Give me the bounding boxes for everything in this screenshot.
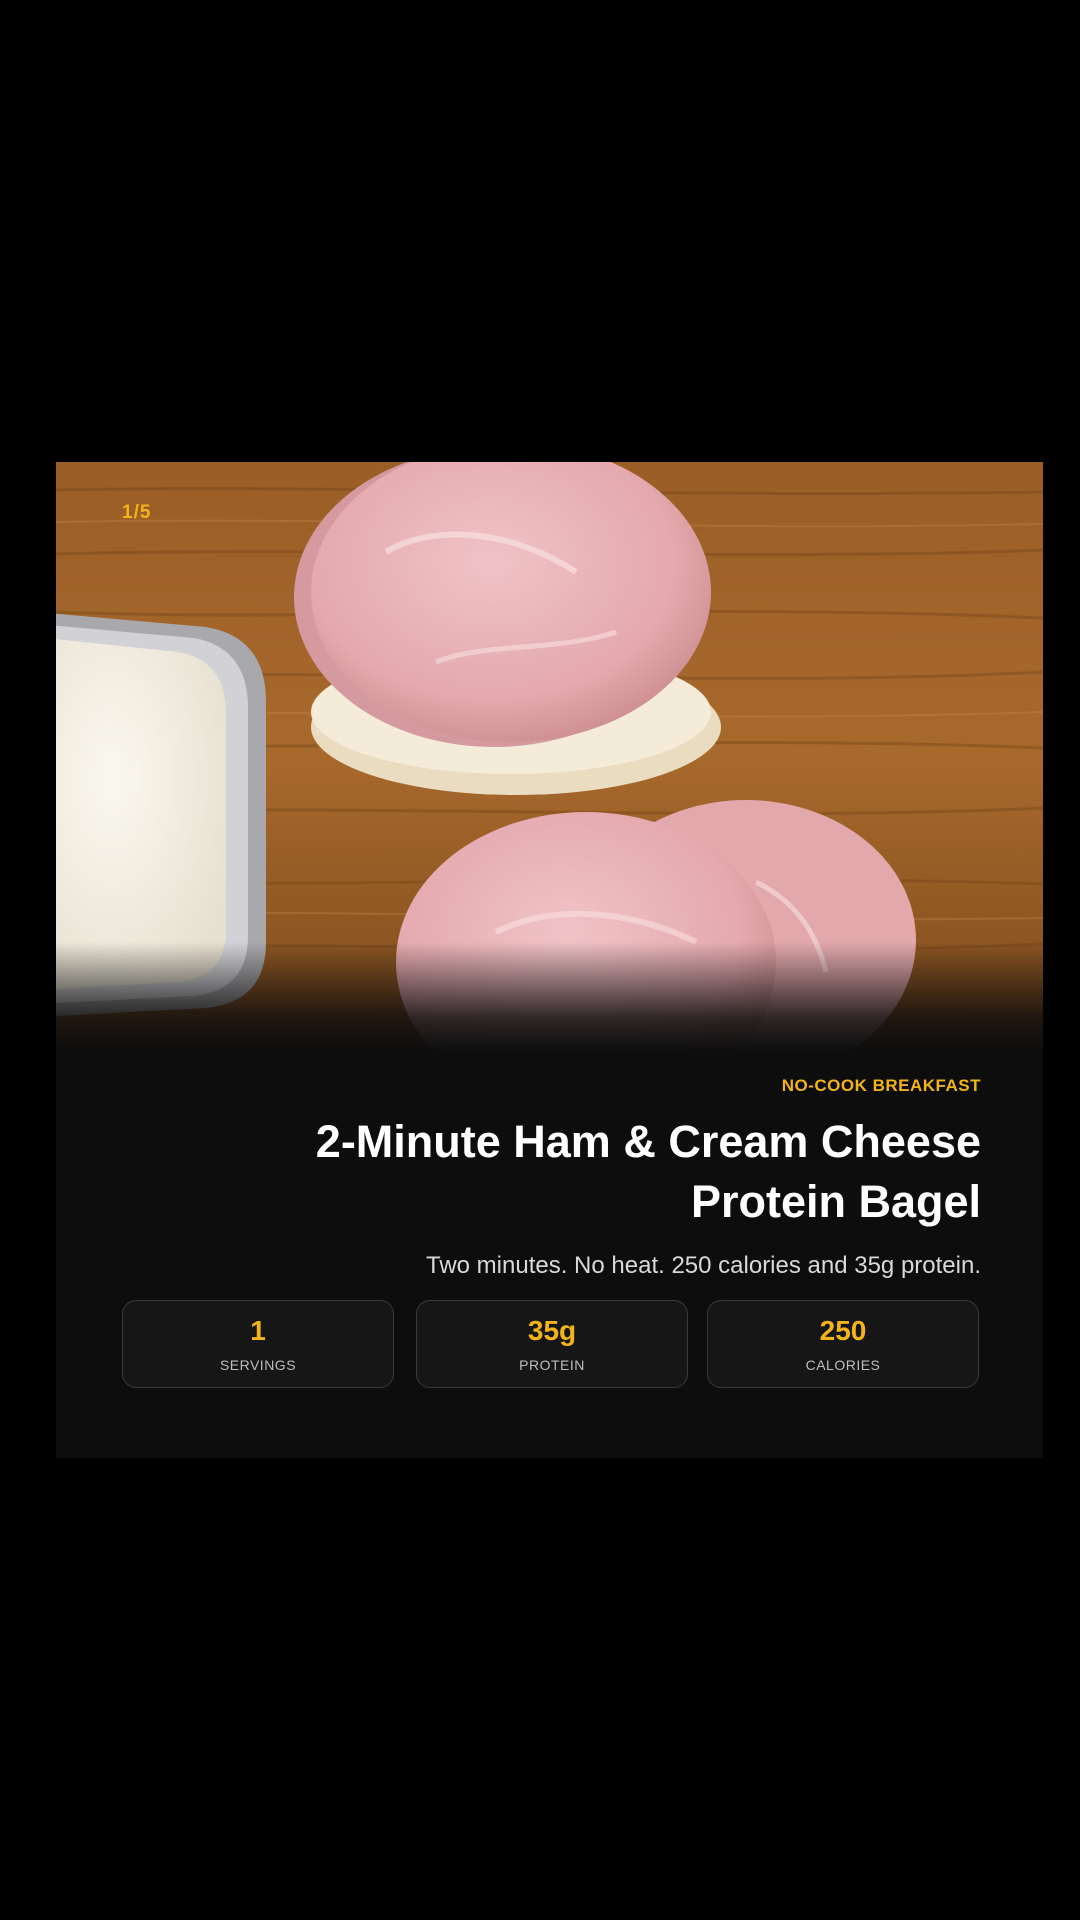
slide-counter: 1/5 [122,502,152,523]
recipe-title: 2-Minute Ham & Cream Cheese Protein Bage… [315,1116,981,1227]
stat-calories: 250 CALORIES [707,1300,979,1388]
recipe-info: NO-COOK BREAKFAST 2-Minute Ham & Cream C… [56,1052,1043,1280]
recipe-photo: 1/5 [56,462,1043,1052]
stat-value: 35g [527,1315,577,1346]
stat-value: 250 [819,1315,867,1346]
recipe-description: Two minutes. No heat. 250 calories and 3… [426,1252,981,1279]
stat-label: SERVINGS [219,1357,297,1373]
recipe-category: NO-COOK BREAKFAST [781,1076,981,1095]
photo-fade-overlay [56,942,1043,1052]
stats-row: 1 SERVINGS 35g PROTEIN 250 CALORIES [122,1300,979,1392]
stat-label: CALORIES [805,1357,881,1373]
stat-servings: 1 SERVINGS [122,1300,394,1388]
recipe-card: 1/5 NO-COOK BREAKFAST 2-Minute Ham & Cre… [56,462,1043,1458]
stat-label: PROTEIN [519,1357,585,1373]
stat-value: 1 [250,1315,266,1346]
stat-protein: 35g PROTEIN [416,1300,688,1388]
